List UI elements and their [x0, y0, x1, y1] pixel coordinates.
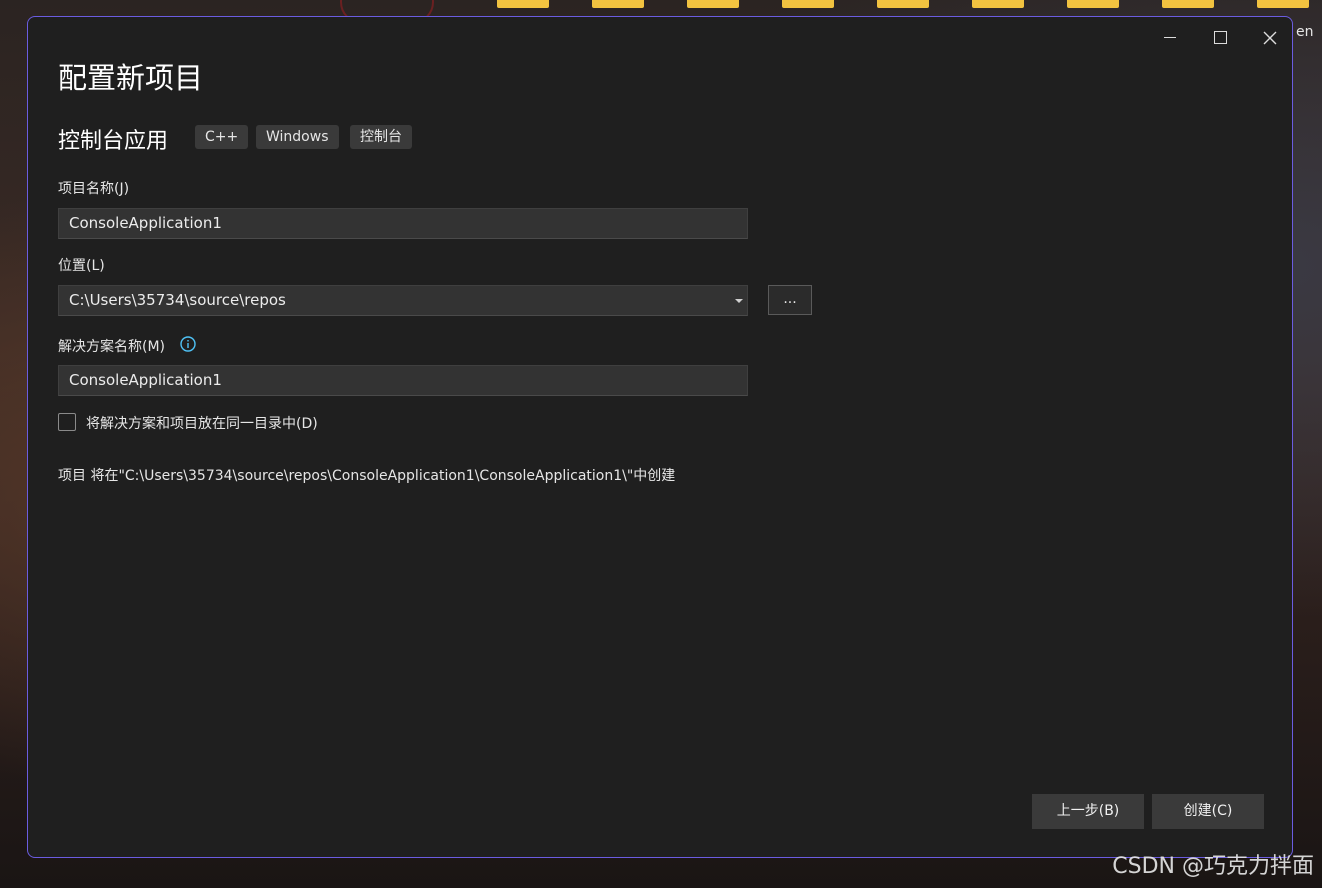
project-name-label: 项目名称(J) [58, 181, 130, 197]
maximize-button[interactable] [1200, 25, 1240, 49]
template-name: 控制台应用 [58, 129, 169, 154]
solution-name-label: 解决方案名称(M) [58, 339, 166, 355]
desktop-folder-icon [497, 0, 549, 8]
desktop-folder-icon [592, 0, 644, 8]
desktop-folder-icon [687, 0, 739, 8]
minimize-button[interactable] [1150, 25, 1190, 49]
desktop-edge-text: en [1296, 24, 1314, 40]
close-icon [1263, 31, 1277, 44]
project-path-note: 项目 将在"C:\Users\35734\source\repos\Consol… [58, 468, 676, 484]
maximize-icon [1213, 31, 1227, 44]
page-title: 配置新项目 [58, 61, 204, 95]
tag-project-type: 控制台 [350, 125, 412, 149]
desktop-folder-icon [972, 0, 1024, 8]
same-directory-label[interactable]: 将解决方案和项目放在同一目录中(D) [86, 413, 318, 433]
tag-platform: Windows [256, 125, 339, 149]
back-button[interactable]: 上一步(B) [1032, 794, 1144, 829]
location-combobox[interactable]: C:\Users\35734\source\repos [58, 285, 748, 316]
location-value: C:\Users\35734\source\repos [69, 291, 286, 309]
project-name-input[interactable]: ConsoleApplication1 [58, 208, 748, 239]
solution-name-input[interactable]: ConsoleApplication1 [58, 365, 748, 396]
watermark: CSDN @巧克力拌面 [1112, 854, 1314, 879]
info-icon[interactable] [180, 336, 196, 352]
create-button[interactable]: 创建(C) [1152, 794, 1264, 829]
minimize-icon [1164, 36, 1176, 39]
desktop-folder-icon [877, 0, 929, 8]
tag-language: C++ [195, 125, 249, 149]
desktop-folder-icon [782, 0, 834, 8]
browse-button[interactable]: ... [768, 285, 812, 315]
location-label: 位置(L) [58, 258, 105, 274]
same-directory-checkbox[interactable] [58, 413, 76, 431]
desktop-folder-icon [1257, 0, 1309, 8]
desktop-folder-icon [1067, 0, 1119, 8]
configure-project-dialog: 配置新项目 控制台应用 C++ Windows 控制台 项目名称(J) Cons… [27, 16, 1293, 858]
desktop-folder-icon [1162, 0, 1214, 8]
close-button[interactable] [1250, 25, 1290, 49]
chevron-down-icon[interactable] [735, 299, 743, 303]
